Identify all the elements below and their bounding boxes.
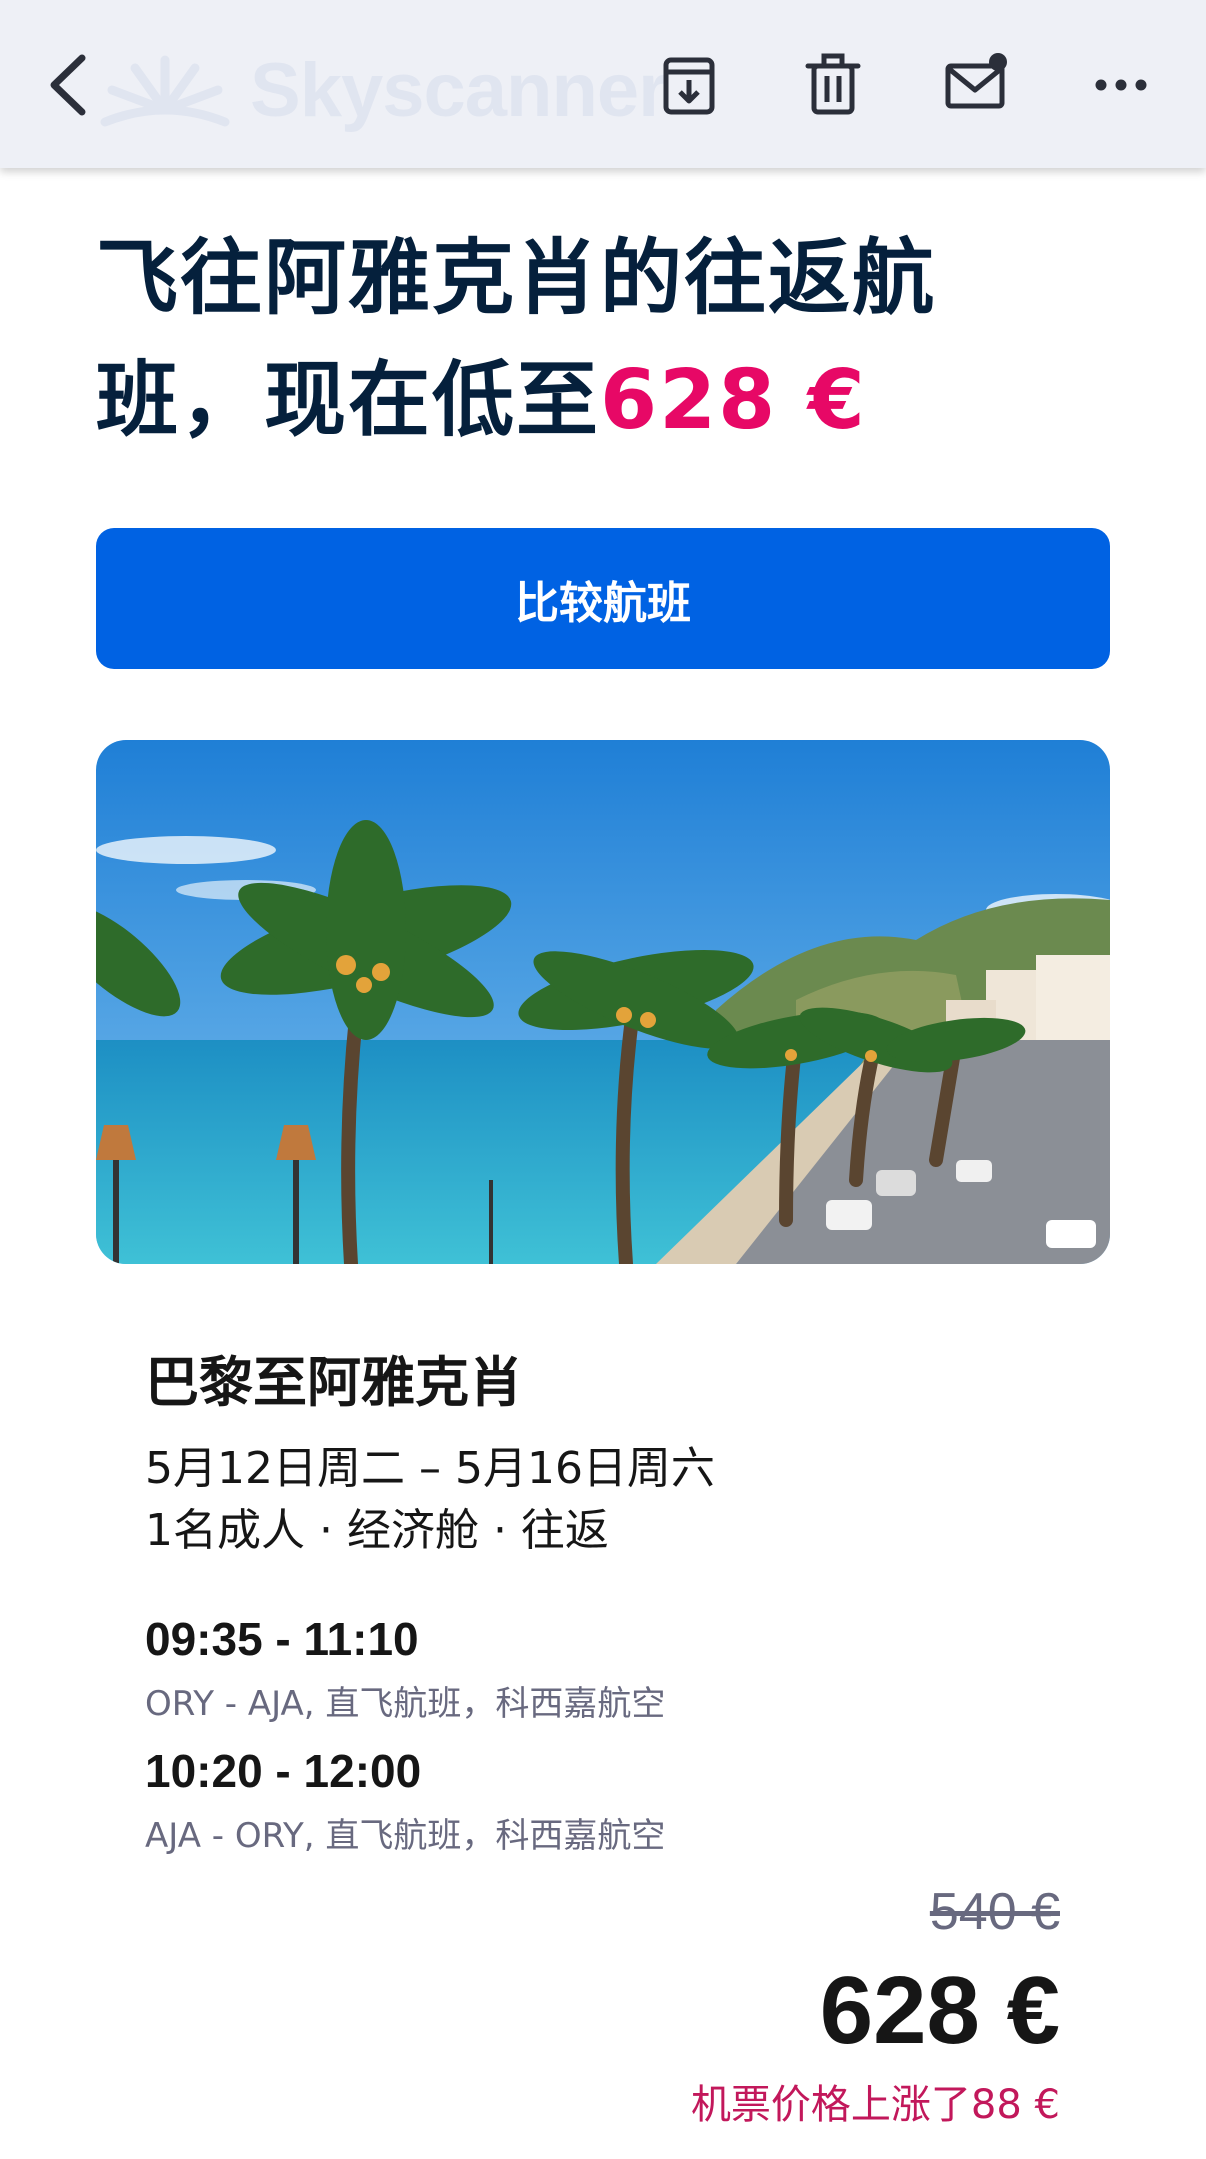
more-icon[interactable]: [1086, 50, 1156, 120]
leg-return-time: 10:20 - 12:00: [145, 1745, 422, 1797]
trash-icon[interactable]: [798, 50, 868, 120]
headline-line2-text: 班，现在低至: [96, 353, 601, 448]
headline-price: 628 €: [600, 353, 867, 448]
brand-name: Skyscanner: [250, 47, 668, 133]
price-change-note: 机票价格上涨了88 €: [690, 2082, 1060, 2128]
email-headline: 飞往阿雅克肖的往返航 班，现在低至628 €: [96, 218, 1096, 462]
brand-logo: Skyscanner: [100, 40, 680, 140]
leg-outbound-info: ORY - AJA, 直飞航班，科西嘉航空: [145, 1684, 666, 1724]
compare-flights-button[interactable]: 比较航班: [96, 528, 1110, 669]
new-price: 628 €: [819, 1957, 1060, 2064]
trip-passengers: 1名成人 · 经济舱 · 往返: [145, 1505, 609, 1556]
hero-image[interactable]: [96, 740, 1110, 1264]
mail-toolbar: Skyscanner: [0, 0, 1206, 168]
leg-return-info: AJA - ORY, 直飞航班，科西嘉航空: [145, 1816, 666, 1856]
archive-icon[interactable]: [654, 50, 724, 120]
back-icon[interactable]: [44, 50, 94, 120]
mark-unread-icon[interactable]: [942, 50, 1012, 120]
old-price: 540 €: [929, 1883, 1060, 1941]
sunburst-icon: [100, 55, 230, 127]
trip-dates: 5月12日周二 – 5月16日周六: [145, 1443, 715, 1494]
headline-line2: 班，现在低至628 €: [96, 340, 1096, 462]
route-title: 巴黎至阿雅克肖: [145, 1351, 523, 1414]
leg-outbound-time: 09:35 - 11:10: [145, 1613, 419, 1665]
headline-line1: 飞往阿雅克肖的往返航: [96, 231, 937, 326]
